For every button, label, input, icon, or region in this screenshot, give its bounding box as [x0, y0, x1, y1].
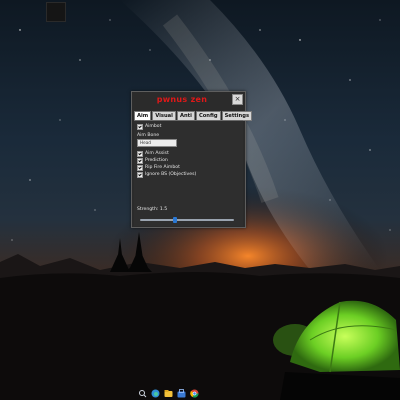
- desktop-shortcut-icon[interactable]: [46, 2, 66, 22]
- aimbot-option: Aimbot: [137, 124, 161, 130]
- taskbar: [138, 388, 199, 399]
- rip-fire-label: Rip Fire Aimbot: [145, 165, 180, 170]
- rip-fire-checkbox[interactable]: [137, 165, 143, 171]
- file-explorer-icon[interactable]: [164, 389, 173, 398]
- prediction-checkbox[interactable]: [137, 158, 143, 164]
- prediction-option: Prediction: [137, 158, 168, 164]
- ignore-objectives-label: Ignore BS (Objectives): [145, 172, 197, 177]
- strength-slider-handle[interactable]: [172, 217, 177, 223]
- ignore-objectives-checkbox[interactable]: [137, 172, 143, 178]
- tab-bar: Aim Visual Anti Config Settings: [134, 111, 253, 121]
- aim-bone-select[interactable]: Head: [137, 139, 177, 147]
- aimbot-label: Aimbot: [145, 124, 162, 129]
- spotlight-icon[interactable]: [138, 389, 147, 398]
- chrome-icon[interactable]: [190, 389, 199, 398]
- aimbot-checkbox[interactable]: [137, 124, 143, 130]
- window-title: pwnus zen: [156, 95, 208, 104]
- rip-fire-option: Rip Fire Aimbot: [137, 165, 180, 171]
- strength-option: Strength: 1.5: [137, 207, 167, 213]
- cheat-menu-window: pwnus zen × Aim Visual Anti Config Setti…: [131, 91, 253, 228]
- aim-assist-checkbox[interactable]: [137, 151, 143, 157]
- close-button[interactable]: ×: [232, 94, 243, 105]
- edge-browser-icon[interactable]: [151, 389, 160, 398]
- aim-assist-option: Aim Assist: [137, 151, 169, 157]
- strength-label: Strength: 1.5: [137, 207, 168, 212]
- aim-assist-label: Aim Assist: [145, 151, 169, 156]
- ignore-objectives-option: Ignore BS (Objectives): [137, 172, 196, 178]
- strength-slider[interactable]: [140, 217, 234, 223]
- store-icon[interactable]: [177, 389, 186, 398]
- aim-settings-panel: Aimbot Aim Bone Head Aim Assist Predicti…: [134, 120, 243, 226]
- prediction-label: Prediction: [145, 158, 168, 163]
